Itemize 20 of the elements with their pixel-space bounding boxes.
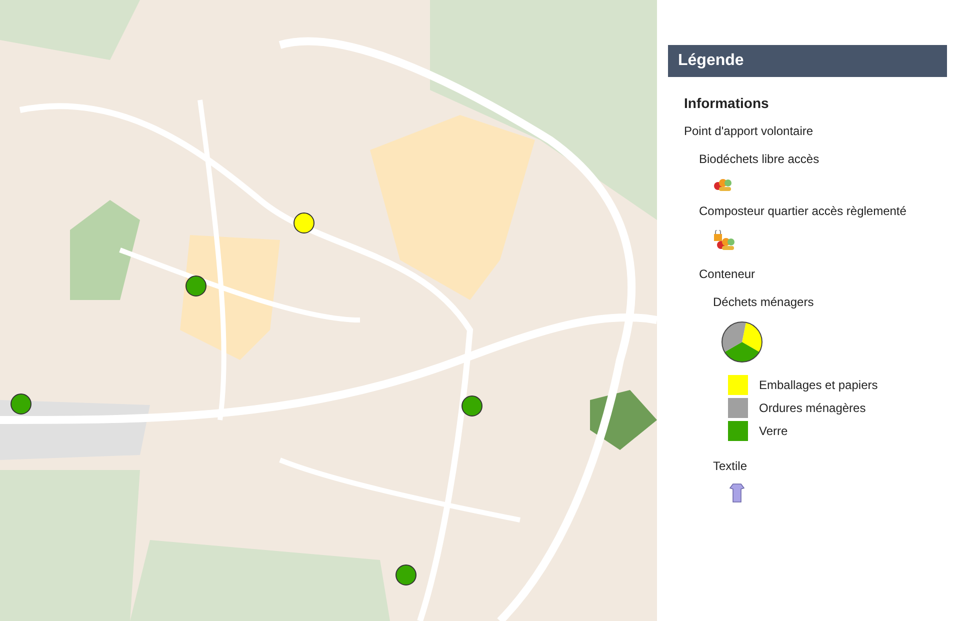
layer-label: Conteneur bbox=[699, 266, 756, 283]
layer-label: Biodéchets libre accès bbox=[699, 151, 820, 168]
shirt-icon bbox=[729, 483, 745, 503]
swatch-label: Verre bbox=[759, 423, 788, 440]
swatch-label: Ordures ménagères bbox=[759, 400, 866, 417]
group-label: Point d'apport volontaire bbox=[684, 123, 814, 140]
section-title: Informations bbox=[684, 94, 769, 113]
container-marker-icon[interactable] bbox=[185, 275, 207, 297]
container-marker-icon[interactable] bbox=[461, 395, 483, 417]
container-marker-icon[interactable] bbox=[10, 393, 32, 415]
layer-label: Textile bbox=[713, 458, 748, 475]
pie-chart-icon bbox=[721, 321, 763, 363]
fruit-vegetables-icon bbox=[713, 178, 732, 192]
layer-label: Composteur quartier accès règlementé bbox=[699, 203, 906, 220]
container-marker-icon[interactable] bbox=[395, 564, 417, 586]
swatch-label: Emballages et papiers bbox=[759, 377, 878, 394]
legend-header: Légende bbox=[668, 45, 947, 77]
container-marker-icon[interactable] bbox=[293, 212, 315, 234]
locked-compost-icon bbox=[713, 230, 735, 251]
layer-label: Déchets ménagers bbox=[713, 294, 814, 311]
